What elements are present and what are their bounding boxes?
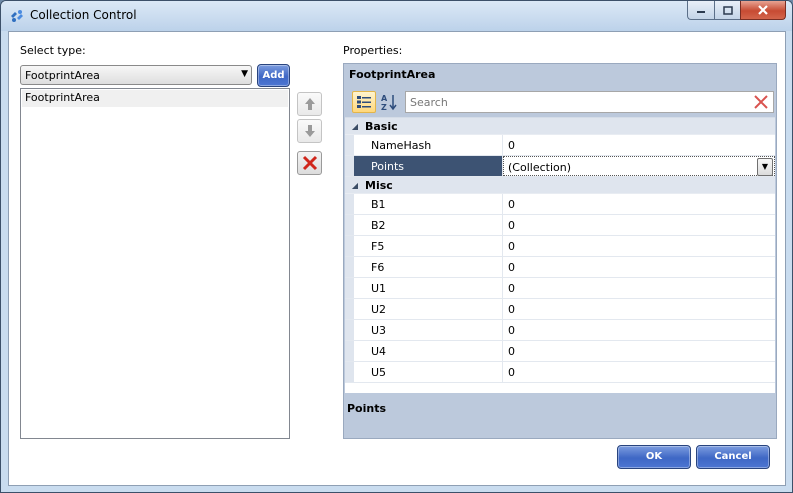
svg-text:Z: Z <box>381 103 387 111</box>
property-row[interactable]: F6 0 <box>345 257 775 278</box>
property-value: (Collection) <box>508 161 571 174</box>
property-row[interactable]: B2 0 <box>345 215 775 236</box>
maximize-icon <box>722 5 733 15</box>
property-value[interactable]: 0 <box>503 135 775 155</box>
cancel-button[interactable]: Cancel <box>696 445 770 469</box>
move-up-button[interactable] <box>297 92 322 116</box>
type-dropdown[interactable]: FootprintArea ▼ <box>20 65 252 85</box>
property-row[interactable]: B1 0 <box>345 194 775 215</box>
property-name: B2 <box>354 215 503 235</box>
category-name: Misc <box>365 178 393 192</box>
property-name: U2 <box>354 299 503 319</box>
list-item[interactable]: FootprintArea <box>22 90 288 107</box>
close-icon <box>758 5 768 15</box>
property-row-selected[interactable]: Points (Collection) ▼ <box>345 156 775 177</box>
alphabetical-sort-button[interactable]: A Z <box>378 91 400 113</box>
collection-control-window: Collection Control Select type: Footprin… <box>0 0 793 493</box>
remove-button[interactable] <box>297 151 322 175</box>
app-icon <box>11 10 23 22</box>
property-row[interactable]: U2 0 <box>345 299 775 320</box>
maximize-button[interactable] <box>714 1 740 20</box>
title-bar[interactable]: Collection Control <box>1 1 792 31</box>
property-row[interactable]: U4 0 <box>345 341 775 362</box>
close-button[interactable] <box>740 1 786 20</box>
arrow-up-icon <box>304 98 315 110</box>
property-row[interactable]: U5 0 <box>345 362 775 383</box>
sort-az-icon: A Z <box>381 94 397 111</box>
move-down-button[interactable] <box>297 119 322 143</box>
property-name: F5 <box>354 236 503 256</box>
property-value[interactable]: 0 <box>503 320 775 340</box>
chevron-down-icon[interactable]: ▼ <box>757 158 773 176</box>
property-value[interactable]: 0 <box>503 362 775 382</box>
collapse-icon[interactable]: ◢ <box>345 181 365 190</box>
type-dropdown-value: FootprintArea <box>25 69 100 82</box>
property-row[interactable]: NameHash 0 <box>345 135 775 156</box>
property-row[interactable]: U1 0 <box>345 278 775 299</box>
property-search-input[interactable]: Search <box>405 91 774 113</box>
property-name: Points <box>354 156 503 176</box>
property-description-title: Points <box>347 402 387 415</box>
svg-text:A: A <box>381 94 388 103</box>
property-value[interactable]: 0 <box>503 257 775 277</box>
property-grid-rows[interactable]: ◢ Basic NameHash 0 Points (Collection) ▼ <box>345 117 775 393</box>
property-value-editor[interactable]: (Collection) ▼ <box>503 156 775 176</box>
property-row[interactable]: F5 0 <box>345 236 775 257</box>
property-value[interactable]: 0 <box>503 341 775 361</box>
property-value[interactable]: 0 <box>503 278 775 298</box>
property-name: U4 <box>354 341 503 361</box>
category-basic[interactable]: ◢ Basic <box>345 118 775 135</box>
properties-label: Properties: <box>343 44 403 57</box>
property-value[interactable]: 0 <box>503 299 775 319</box>
clear-search-icon[interactable] <box>753 94 769 110</box>
dialog-body: Select type: FootprintArea ▼ Add Footpri… <box>8 31 786 486</box>
collection-list[interactable]: FootprintArea <box>20 88 290 439</box>
minimize-icon <box>697 11 705 13</box>
property-row[interactable]: U3 0 <box>345 320 775 341</box>
minimize-button[interactable] <box>687 1 714 20</box>
property-name: U3 <box>354 320 503 340</box>
property-name: NameHash <box>354 135 503 155</box>
delete-icon <box>302 155 317 171</box>
property-grid: FootprintArea A Z Search ◢ Basic NameHas… <box>343 63 777 439</box>
property-value[interactable]: 0 <box>503 194 775 214</box>
property-value[interactable]: 0 <box>503 236 775 256</box>
category-misc[interactable]: ◢ Misc <box>345 177 775 194</box>
property-name: U5 <box>354 362 503 382</box>
category-name: Basic <box>365 119 398 133</box>
add-button[interactable]: Add <box>257 64 290 87</box>
arrow-down-icon <box>304 125 315 137</box>
select-type-label: Select type: <box>20 44 86 57</box>
property-name: B1 <box>354 194 503 214</box>
collapse-icon[interactable]: ◢ <box>345 122 365 131</box>
ok-button[interactable]: OK <box>617 445 691 469</box>
chevron-down-icon: ▼ <box>241 69 248 79</box>
categorized-view-button[interactable] <box>352 91 376 113</box>
property-value[interactable]: 0 <box>503 215 775 235</box>
property-name: U1 <box>354 278 503 298</box>
property-name: F6 <box>354 257 503 277</box>
search-placeholder: Search <box>410 96 448 109</box>
window-title: Collection Control <box>30 8 137 22</box>
selected-object-name: FootprintArea <box>349 68 436 81</box>
categorized-icon <box>357 96 371 108</box>
